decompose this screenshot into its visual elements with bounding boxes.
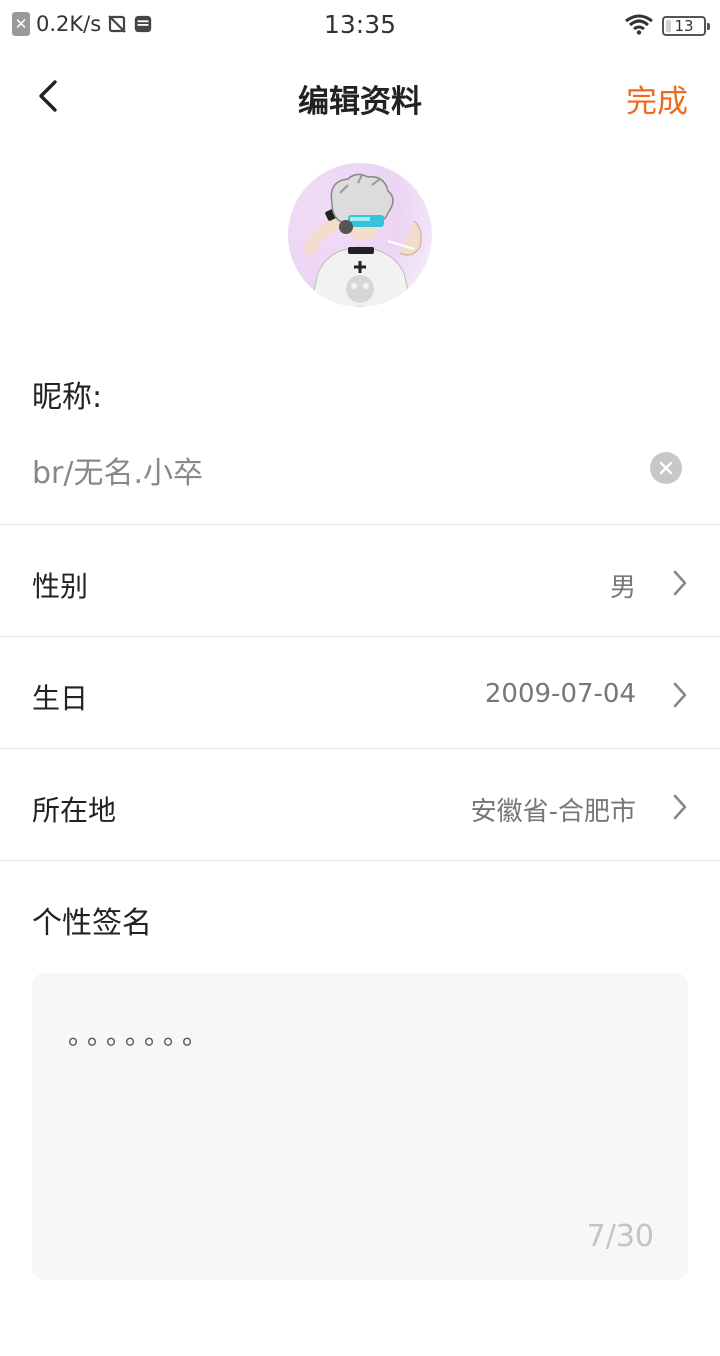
row-gender[interactable]: 性别 男 <box>0 525 720 636</box>
status-right: 13 <box>624 13 710 39</box>
chevron-right-icon <box>673 794 687 820</box>
gender-label: 性别 <box>32 570 89 603</box>
signature-counter: 7/30 <box>586 1219 654 1254</box>
row-location[interactable]: 所在地 安徽省-合肥市 <box>0 749 720 860</box>
location-value: 安徽省-合肥市 <box>470 797 636 827</box>
signature-textarea[interactable]: 。。。。。。。 7/30 <box>32 973 688 1280</box>
chevron-right-icon <box>673 682 687 708</box>
close-icon <box>659 461 673 475</box>
status-time: 13:35 <box>323 10 397 39</box>
header: 编辑资料 完成 <box>0 52 720 144</box>
birthday-label: 生日 <box>32 682 89 715</box>
nickname-label: 昵称: <box>32 380 103 415</box>
status-bar: ✕ 0.2K/s 13:35 13 <box>0 0 720 52</box>
signature-text: 。。。。。。。 <box>68 1021 215 1051</box>
clear-input-button[interactable] <box>650 452 682 484</box>
battery-icon: 13 <box>662 16 710 36</box>
row-birthday[interactable]: 生日 2009-07-04 <box>0 637 720 748</box>
chevron-right-icon <box>673 570 687 596</box>
nickname-input[interactable] <box>32 445 632 495</box>
signature-label: 个性签名 <box>32 906 152 941</box>
battery-percent: 13 <box>674 17 694 35</box>
divider <box>0 860 720 861</box>
birthday-value: 2009-07-04 <box>484 679 636 709</box>
wifi-icon <box>624 13 654 39</box>
avatar[interactable] <box>288 163 432 307</box>
location-label: 所在地 <box>32 794 117 827</box>
gender-value: 男 <box>609 573 636 603</box>
done-button[interactable]: 完成 <box>626 76 688 121</box>
battery-fill <box>666 20 671 32</box>
page-title: 编辑资料 <box>298 84 422 120</box>
